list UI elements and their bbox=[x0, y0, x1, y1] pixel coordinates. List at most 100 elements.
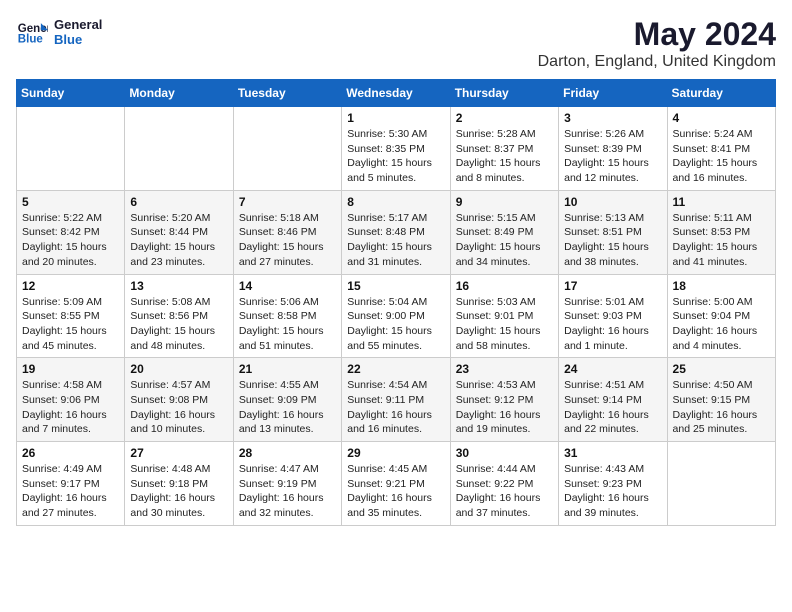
day-info: Sunrise: 5:00 AM Sunset: 9:04 PM Dayligh… bbox=[673, 295, 770, 354]
calendar-cell bbox=[125, 107, 233, 191]
calendar-cell: 7 Sunrise: 5:18 AM Sunset: 8:46 PM Daylig… bbox=[233, 190, 341, 274]
day-info: Sunrise: 5:18 AM Sunset: 8:46 PM Dayligh… bbox=[239, 211, 336, 270]
day-number: 3 bbox=[564, 111, 661, 125]
day-info: Sunrise: 5:01 AM Sunset: 9:03 PM Dayligh… bbox=[564, 295, 661, 354]
logo-general: General bbox=[54, 17, 102, 32]
day-number: 1 bbox=[347, 111, 444, 125]
weekday-header-row: SundayMondayTuesdayWednesdayThursdayFrid… bbox=[17, 80, 776, 107]
weekday-header: Friday bbox=[559, 80, 667, 107]
day-info: Sunrise: 5:11 AM Sunset: 8:53 PM Dayligh… bbox=[673, 211, 770, 270]
day-info: Sunrise: 5:03 AM Sunset: 9:01 PM Dayligh… bbox=[456, 295, 553, 354]
calendar-cell: 15 Sunrise: 5:04 AM Sunset: 9:00 PM Dayli… bbox=[342, 274, 450, 358]
day-number: 31 bbox=[564, 446, 661, 460]
weekday-header: Monday bbox=[125, 80, 233, 107]
calendar-cell: 12 Sunrise: 5:09 AM Sunset: 8:55 PM Dayli… bbox=[17, 274, 125, 358]
calendar-cell: 4Sunrise: 5:24 AM Sunset: 8:41 PM Daylig… bbox=[667, 107, 775, 191]
calendar-cell: 9 Sunrise: 5:15 AM Sunset: 8:49 PM Daylig… bbox=[450, 190, 558, 274]
day-number: 9 bbox=[456, 195, 553, 209]
day-number: 25 bbox=[673, 362, 770, 376]
weekday-header: Thursday bbox=[450, 80, 558, 107]
day-number: 14 bbox=[239, 279, 336, 293]
day-info: Sunrise: 5:24 AM Sunset: 8:41 PM Dayligh… bbox=[673, 127, 770, 186]
calendar-cell bbox=[17, 107, 125, 191]
month-title: May 2024 bbox=[538, 16, 776, 53]
calendar-cell: 16 Sunrise: 5:03 AM Sunset: 9:01 PM Dayli… bbox=[450, 274, 558, 358]
day-number: 8 bbox=[347, 195, 444, 209]
day-info: Sunrise: 5:09 AM Sunset: 8:55 PM Dayligh… bbox=[22, 295, 119, 354]
calendar-week-row: 26Sunrise: 4:49 AM Sunset: 9:17 PM Dayli… bbox=[17, 442, 776, 526]
title-block: May 2024 Darton, England, United Kingdom bbox=[538, 16, 776, 71]
day-info: Sunrise: 4:50 AM Sunset: 9:15 PM Dayligh… bbox=[673, 378, 770, 437]
calendar-cell: 1Sunrise: 5:30 AM Sunset: 8:35 PM Daylig… bbox=[342, 107, 450, 191]
day-number: 20 bbox=[130, 362, 227, 376]
calendar-cell: 5Sunrise: 5:22 AM Sunset: 8:42 PM Daylig… bbox=[17, 190, 125, 274]
logo-icon: General Blue bbox=[16, 16, 48, 48]
day-number: 18 bbox=[673, 279, 770, 293]
day-number: 5 bbox=[22, 195, 119, 209]
calendar-table: SundayMondayTuesdayWednesdayThursdayFrid… bbox=[16, 79, 776, 526]
calendar-cell: 14Sunrise: 5:06 AM Sunset: 8:58 PM Dayli… bbox=[233, 274, 341, 358]
day-info: Sunrise: 4:58 AM Sunset: 9:06 PM Dayligh… bbox=[22, 378, 119, 437]
day-info: Sunrise: 4:45 AM Sunset: 9:21 PM Dayligh… bbox=[347, 462, 444, 521]
day-info: Sunrise: 4:44 AM Sunset: 9:22 PM Dayligh… bbox=[456, 462, 553, 521]
day-info: Sunrise: 5:15 AM Sunset: 8:49 PM Dayligh… bbox=[456, 211, 553, 270]
calendar-cell: 29 Sunrise: 4:45 AM Sunset: 9:21 PM Dayli… bbox=[342, 442, 450, 526]
calendar-cell: 30 Sunrise: 4:44 AM Sunset: 9:22 PM Dayli… bbox=[450, 442, 558, 526]
day-info: Sunrise: 4:55 AM Sunset: 9:09 PM Dayligh… bbox=[239, 378, 336, 437]
day-info: Sunrise: 4:51 AM Sunset: 9:14 PM Dayligh… bbox=[564, 378, 661, 437]
day-number: 12 bbox=[22, 279, 119, 293]
weekday-header: Sunday bbox=[17, 80, 125, 107]
calendar-cell: 25 Sunrise: 4:50 AM Sunset: 9:15 PM Dayli… bbox=[667, 358, 775, 442]
day-number: 10 bbox=[564, 195, 661, 209]
calendar-cell: 11Sunrise: 5:11 AM Sunset: 8:53 PM Dayli… bbox=[667, 190, 775, 274]
calendar-week-row: 19 Sunrise: 4:58 AM Sunset: 9:06 PM Dayli… bbox=[17, 358, 776, 442]
day-info: Sunrise: 4:54 AM Sunset: 9:11 PM Dayligh… bbox=[347, 378, 444, 437]
svg-text:Blue: Blue bbox=[18, 34, 44, 46]
day-info: Sunrise: 4:57 AM Sunset: 9:08 PM Dayligh… bbox=[130, 378, 227, 437]
calendar-cell: 13 Sunrise: 5:08 AM Sunset: 8:56 PM Dayli… bbox=[125, 274, 233, 358]
day-number: 21 bbox=[239, 362, 336, 376]
day-number: 13 bbox=[130, 279, 227, 293]
day-info: Sunrise: 4:53 AM Sunset: 9:12 PM Dayligh… bbox=[456, 378, 553, 437]
calendar-cell: 6Sunrise: 5:20 AM Sunset: 8:44 PM Daylig… bbox=[125, 190, 233, 274]
day-number: 15 bbox=[347, 279, 444, 293]
day-number: 29 bbox=[347, 446, 444, 460]
calendar-week-row: 1Sunrise: 5:30 AM Sunset: 8:35 PM Daylig… bbox=[17, 107, 776, 191]
page-header: General Blue General Blue May 2024 Darto… bbox=[16, 16, 776, 71]
day-number: 22 bbox=[347, 362, 444, 376]
weekday-header: Saturday bbox=[667, 80, 775, 107]
calendar-week-row: 5Sunrise: 5:22 AM Sunset: 8:42 PM Daylig… bbox=[17, 190, 776, 274]
day-info: Sunrise: 5:08 AM Sunset: 8:56 PM Dayligh… bbox=[130, 295, 227, 354]
calendar-cell: 22 Sunrise: 4:54 AM Sunset: 9:11 PM Dayli… bbox=[342, 358, 450, 442]
day-number: 6 bbox=[130, 195, 227, 209]
day-number: 7 bbox=[239, 195, 336, 209]
day-info: Sunrise: 5:28 AM Sunset: 8:37 PM Dayligh… bbox=[456, 127, 553, 186]
weekday-header: Wednesday bbox=[342, 80, 450, 107]
day-number: 28 bbox=[239, 446, 336, 460]
weekday-header: Tuesday bbox=[233, 80, 341, 107]
logo-blue: Blue bbox=[54, 32, 102, 47]
day-number: 19 bbox=[22, 362, 119, 376]
day-number: 16 bbox=[456, 279, 553, 293]
calendar-cell: 19 Sunrise: 4:58 AM Sunset: 9:06 PM Dayli… bbox=[17, 358, 125, 442]
day-number: 24 bbox=[564, 362, 661, 376]
calendar-cell: 8Sunrise: 5:17 AM Sunset: 8:48 PM Daylig… bbox=[342, 190, 450, 274]
calendar-cell: 27Sunrise: 4:48 AM Sunset: 9:18 PM Dayli… bbox=[125, 442, 233, 526]
day-info: Sunrise: 5:04 AM Sunset: 9:00 PM Dayligh… bbox=[347, 295, 444, 354]
day-info: Sunrise: 4:48 AM Sunset: 9:18 PM Dayligh… bbox=[130, 462, 227, 521]
calendar-cell: 3 Sunrise: 5:26 AM Sunset: 8:39 PM Daylig… bbox=[559, 107, 667, 191]
calendar-cell: 31 Sunrise: 4:43 AM Sunset: 9:23 PM Dayli… bbox=[559, 442, 667, 526]
calendar-cell: 21 Sunrise: 4:55 AM Sunset: 9:09 PM Dayli… bbox=[233, 358, 341, 442]
day-number: 2 bbox=[456, 111, 553, 125]
day-number: 30 bbox=[456, 446, 553, 460]
calendar-cell bbox=[233, 107, 341, 191]
calendar-cell: 18 Sunrise: 5:00 AM Sunset: 9:04 PM Dayli… bbox=[667, 274, 775, 358]
day-info: Sunrise: 4:49 AM Sunset: 9:17 PM Dayligh… bbox=[22, 462, 119, 521]
calendar-cell: 10Sunrise: 5:13 AM Sunset: 8:51 PM Dayli… bbox=[559, 190, 667, 274]
calendar-cell bbox=[667, 442, 775, 526]
day-info: Sunrise: 4:43 AM Sunset: 9:23 PM Dayligh… bbox=[564, 462, 661, 521]
calendar-cell: 28Sunrise: 4:47 AM Sunset: 9:19 PM Dayli… bbox=[233, 442, 341, 526]
day-info: Sunrise: 5:26 AM Sunset: 8:39 PM Dayligh… bbox=[564, 127, 661, 186]
logo: General Blue General Blue bbox=[16, 16, 102, 48]
calendar-cell: 17Sunrise: 5:01 AM Sunset: 9:03 PM Dayli… bbox=[559, 274, 667, 358]
